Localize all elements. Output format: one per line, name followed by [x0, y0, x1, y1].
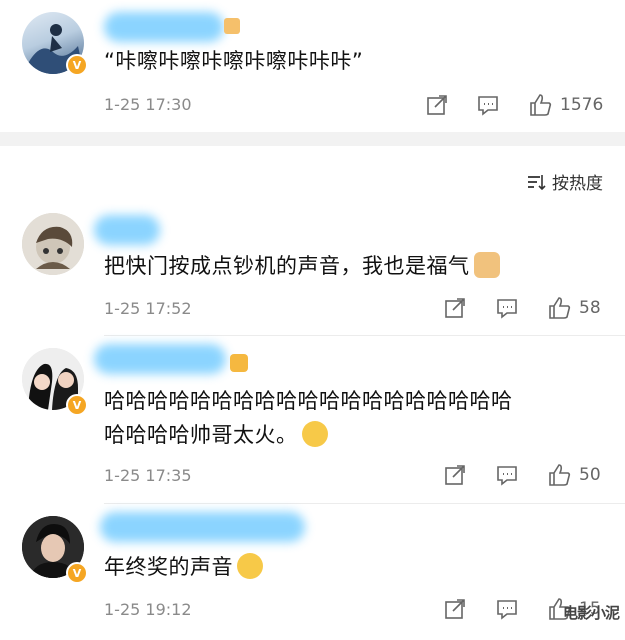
comment-button[interactable] — [476, 93, 500, 117]
username[interactable] — [94, 215, 160, 245]
avatar-image — [22, 213, 84, 275]
sort-icon — [528, 174, 546, 190]
sort-by-hot-button[interactable]: 按热度 — [526, 169, 603, 194]
like-button[interactable]: 50 — [547, 462, 601, 488]
thumbs-up-emoji-icon — [473, 252, 500, 278]
comment-time: 1-25 17:35 — [104, 466, 192, 485]
avatar[interactable] — [22, 213, 84, 275]
flushed-emoji-icon — [301, 421, 328, 447]
watermark: 电影小泥 — [562, 604, 620, 622]
row-divider — [104, 503, 625, 504]
comment-text: 年终奖的声音 — [104, 550, 263, 584]
verified-badge-icon: V — [66, 562, 88, 584]
share-icon — [445, 465, 465, 485]
laughing-crying-emoji-icon — [237, 553, 263, 579]
like-button[interactable]: 58 — [547, 295, 601, 321]
username[interactable] — [94, 344, 226, 374]
like-count: 58 — [579, 298, 601, 318]
comment-text: “咔嚓咔嚓咔嚓咔嚓咔咔咔” — [104, 49, 364, 73]
thumbs-up-icon — [549, 464, 571, 486]
comment-icon — [497, 466, 517, 486]
comment-text-content: 哈哈哈哈帅哥太火。 — [104, 423, 298, 447]
share-button[interactable] — [443, 463, 467, 487]
share-button[interactable] — [443, 296, 467, 320]
comment-icon — [497, 299, 517, 319]
section-divider — [0, 132, 625, 146]
badge-icon — [230, 354, 248, 372]
comment-item: V “咔嚓咔嚓咔嚓咔嚓咔咔咔” 1-25 17:30 1576 — [0, 0, 625, 132]
comment-text-content: 年终奖的声音 — [104, 555, 233, 579]
like-count: 50 — [579, 465, 601, 485]
row-divider — [104, 335, 625, 336]
share-button[interactable] — [425, 93, 449, 117]
comment-button[interactable] — [495, 463, 519, 487]
comment-text: 把快门按成点钞机的声音，我也是福气 — [104, 249, 500, 283]
comment-text-line2: 哈哈哈哈帅哥太火。 — [104, 418, 328, 452]
comment-text-content: 把快门按成点钞机的声音，我也是福气 — [104, 254, 470, 278]
badge-icon — [224, 18, 240, 34]
share-icon — [427, 95, 447, 115]
comment-time: 1-25 17:30 — [104, 95, 192, 114]
username[interactable] — [104, 12, 224, 42]
comment-item: 把快门按成点钞机的声音，我也是福气 1-25 17:52 58 — [0, 205, 625, 335]
verified-badge-icon: V — [66, 54, 88, 76]
thumbs-up-icon — [530, 94, 552, 116]
comment-button[interactable] — [495, 597, 519, 621]
comment-text-line1: 哈哈哈哈哈哈哈哈哈哈哈哈哈哈哈哈哈哈哈 — [104, 389, 513, 413]
comment-item: V 哈哈哈哈哈哈哈哈哈哈哈哈哈哈哈哈哈哈哈 哈哈哈哈帅哥太火。 1-25 17:… — [0, 340, 625, 500]
sort-label: 按热度 — [552, 174, 603, 194]
comment-icon — [497, 600, 517, 620]
share-icon — [445, 298, 465, 318]
comment-time: 1-25 17:52 — [104, 299, 192, 318]
like-button[interactable]: 1576 — [528, 92, 603, 118]
comment-button[interactable] — [495, 296, 519, 320]
thumbs-up-icon — [549, 297, 571, 319]
comment-time: 1-25 19:12 — [104, 600, 192, 619]
share-button[interactable] — [443, 597, 467, 621]
verified-badge-icon: V — [66, 394, 88, 416]
username[interactable] — [100, 512, 305, 542]
share-icon — [445, 599, 465, 619]
comment-item: V 年终奖的声音 1-25 19:12 15 — [0, 508, 625, 640]
like-count: 1576 — [560, 95, 604, 115]
comment-icon — [478, 96, 498, 116]
